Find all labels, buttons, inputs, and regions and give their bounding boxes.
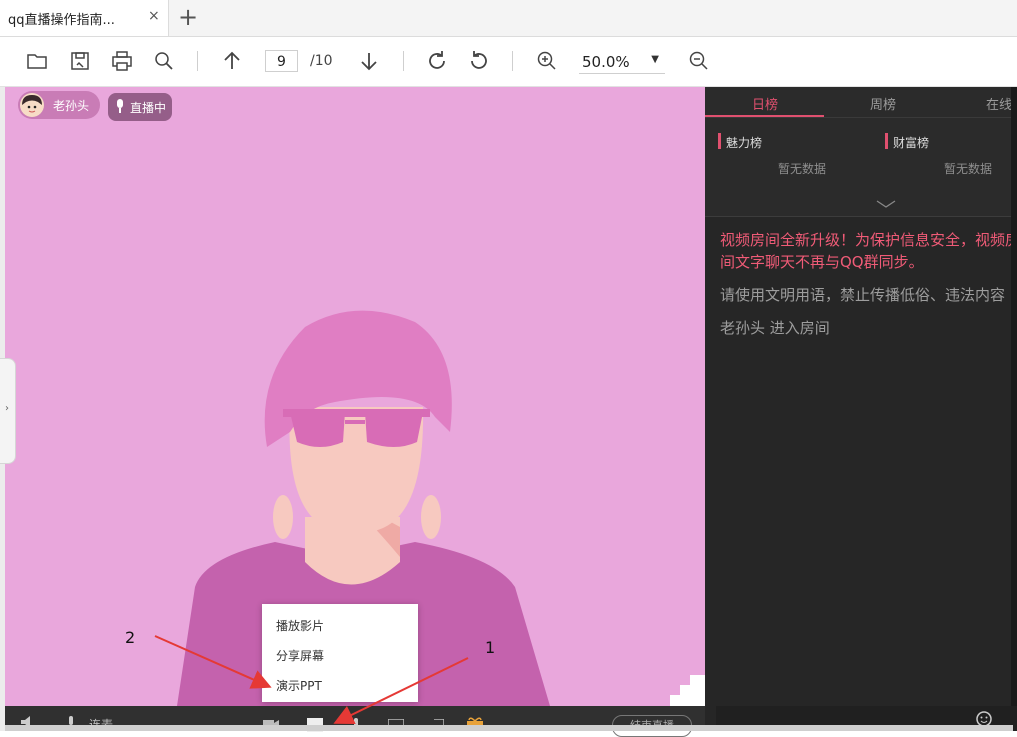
share-popup-menu: 播放影片 分享屏幕 演示PPT — [262, 604, 418, 702]
chevron-down-icon[interactable] — [876, 199, 896, 209]
close-tab-icon[interactable]: × — [148, 8, 160, 24]
host-name: 老孙头 — [53, 99, 90, 113]
menu-item-present-ppt[interactable]: 演示PPT — [276, 677, 322, 694]
toolbar: 9 /10 50.0% ▼ — [0, 37, 1017, 87]
live-status-text: 直播中 — [130, 101, 167, 115]
chat-rule-message: 请使用文明用语，禁止传播低俗、违法内容 — [720, 286, 1006, 304]
panel-scrollbar[interactable] — [1011, 87, 1017, 707]
tab-online[interactable]: 在线 — [986, 94, 1012, 113]
search-icon[interactable] — [152, 49, 176, 73]
wealth-rank-title: 财富榜 — [893, 136, 930, 150]
sidebar-toggle[interactable]: › — [0, 358, 16, 464]
new-tab-icon[interactable]: + — [178, 4, 198, 30]
tab-title: qq直播操作指南... — [8, 13, 115, 28]
rotate-cw-icon[interactable] — [425, 49, 449, 73]
print-icon[interactable] — [110, 49, 134, 73]
tab-daily[interactable]: 日榜 — [752, 94, 778, 113]
tab-divider — [705, 117, 1017, 118]
chat-enter-message: 老孙头 进入房间 — [720, 319, 830, 337]
microphone-icon — [117, 99, 123, 113]
save-icon[interactable] — [68, 49, 92, 73]
avatar — [20, 93, 44, 117]
horizontal-scrollbar[interactable] — [5, 725, 1013, 731]
live-side-panel: 日榜 周榜 在线 魅力榜 财富榜 暂无数据 暂无数据 视频房间全新升级！为保护信… — [705, 87, 1017, 731]
chevron-right-icon: › — [5, 403, 9, 414]
zoom-out-icon[interactable] — [687, 49, 711, 73]
toolbar-divider — [403, 51, 404, 71]
open-folder-icon[interactable] — [25, 49, 49, 73]
zoom-select[interactable]: 50.0% ▼ — [579, 51, 665, 74]
ranking-section: 日榜 周榜 在线 魅力榜 财富榜 暂无数据 暂无数据 — [705, 87, 1017, 217]
host-badge[interactable]: 老孙头 — [18, 91, 100, 119]
rotate-ccw-icon[interactable] — [467, 49, 491, 73]
charm-rank-title: 魅力榜 — [726, 136, 763, 150]
toolbar-divider — [197, 51, 198, 71]
annotation-number-2: 2 — [125, 628, 136, 647]
annotation-number-1: 1 — [485, 638, 496, 657]
zoom-in-icon[interactable] — [535, 49, 559, 73]
charm-rank-empty: 暂无数据 — [778, 162, 827, 176]
zoom-value: 50.0% — [582, 53, 630, 71]
page-up-icon[interactable] — [220, 49, 244, 73]
live-status-badge: 直播中 — [108, 93, 172, 121]
page-down-icon[interactable] — [357, 49, 381, 73]
page-number-input[interactable]: 9 — [265, 50, 298, 72]
menu-item-share-screen[interactable]: 分享屏幕 — [276, 647, 324, 664]
rank-marker — [885, 133, 888, 149]
panel-divider — [705, 216, 1017, 217]
document-tab[interactable]: qq直播操作指南... × — [0, 0, 169, 36]
rank-marker — [718, 133, 721, 149]
tab-weekly[interactable]: 周榜 — [870, 94, 896, 113]
page-total: /10 — [310, 53, 333, 69]
wealth-rank-empty: 暂无数据 — [944, 162, 993, 176]
tab-bar: qq直播操作指南... × + — [0, 0, 1017, 37]
system-notice: 视频房间全新升级！为保护信息安全，视频房间文字聊天不再与QQ群同步。 — [720, 231, 1017, 271]
toolbar-divider — [512, 51, 513, 71]
menu-item-play-movie[interactable]: 播放影片 — [276, 617, 324, 634]
chevron-down-icon: ▼ — [651, 54, 659, 65]
